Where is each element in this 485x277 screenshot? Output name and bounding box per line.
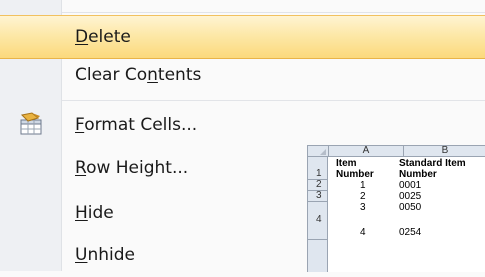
menu-separator bbox=[62, 12, 485, 13]
cell-b1-line1[interactable]: Standard Item bbox=[399, 158, 466, 169]
cell-b4[interactable]: 0050 bbox=[399, 202, 421, 213]
cell-b3[interactable]: 0025 bbox=[399, 191, 421, 202]
row-header-3[interactable]: 3 bbox=[308, 190, 328, 202]
row-header-1[interactable]: 1 bbox=[308, 157, 328, 180]
menu-item-format-cells[interactable]: Format Cells... bbox=[0, 103, 485, 147]
select-all-corner[interactable] bbox=[308, 146, 329, 157]
cell-a2[interactable]: 1 bbox=[360, 180, 366, 191]
row-header-next[interactable] bbox=[308, 240, 328, 272]
menu-item-unhide-label: Unhide bbox=[75, 245, 135, 265]
row-header-blank[interactable] bbox=[308, 202, 328, 214]
cell-a5[interactable]: 4 bbox=[360, 227, 366, 238]
cell-a1-line2[interactable]: Number bbox=[336, 169, 374, 180]
menu-separator bbox=[62, 100, 485, 101]
cell-a4[interactable]: 3 bbox=[360, 202, 366, 213]
menu-item-format-cells-label: Format Cells... bbox=[75, 115, 198, 135]
cell-b2[interactable]: 0001 bbox=[399, 180, 421, 191]
cell-a1-line1[interactable]: Item bbox=[336, 158, 357, 169]
cell-a3[interactable]: 2 bbox=[360, 191, 366, 202]
menu-item-clear-contents-label: Clear Contents bbox=[75, 65, 202, 85]
menu-item-clear-contents[interactable]: Clear Contents bbox=[0, 53, 485, 97]
column-header-a[interactable]: A bbox=[329, 146, 404, 157]
menu-item-row-height-label: Row Height... bbox=[75, 158, 189, 178]
column-header-b[interactable]: B bbox=[404, 146, 485, 157]
menu-item-delete-label: Delete bbox=[75, 27, 131, 47]
cell-b1-line2[interactable]: Number bbox=[399, 169, 437, 180]
menu-item-hide-label: Hide bbox=[75, 203, 114, 223]
cell-b5[interactable]: 0254 bbox=[399, 227, 421, 238]
spreadsheet-inset: A B 1 2 3 4 Item Number Standard Item Nu… bbox=[307, 145, 485, 272]
format-cells-icon bbox=[20, 112, 42, 135]
row-header-4[interactable]: 4 bbox=[308, 214, 328, 240]
